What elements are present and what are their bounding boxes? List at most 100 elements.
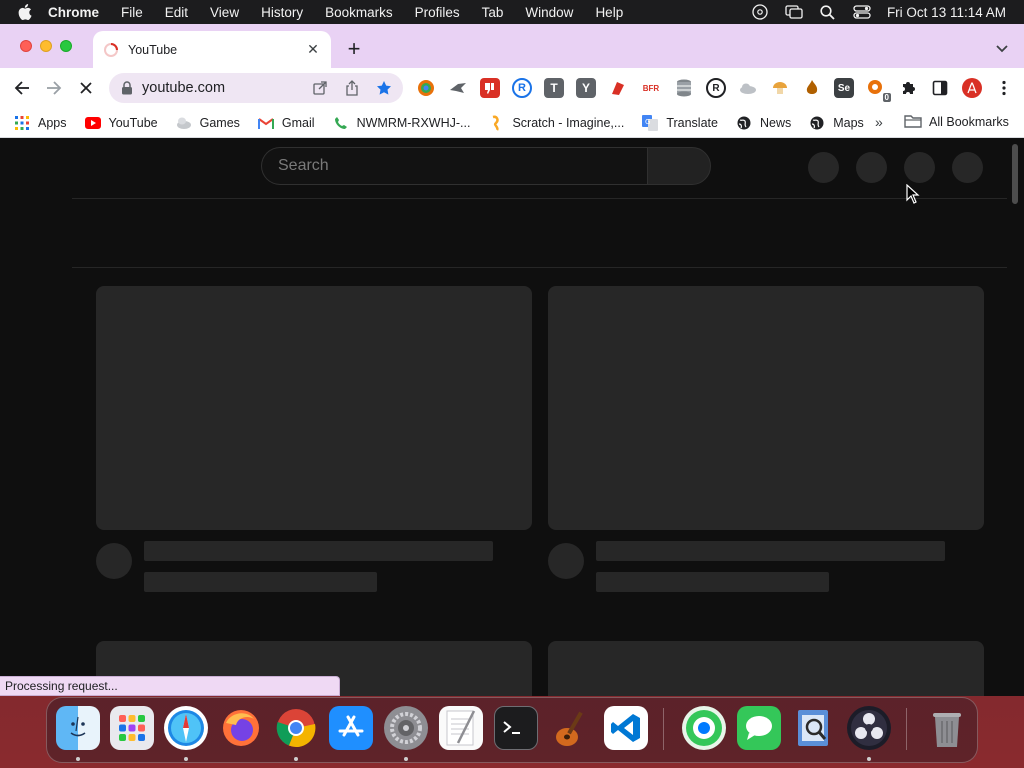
open-in-app-icon[interactable] xyxy=(311,79,329,97)
t-extension-icon[interactable]: T xyxy=(544,78,564,98)
tab-youtube[interactable]: YouTube ✕ xyxy=(93,31,331,68)
apps-grid-icon xyxy=(14,115,30,131)
globe-icon xyxy=(809,115,825,131)
app-store-icon[interactable] xyxy=(329,706,373,750)
lock-icon[interactable] xyxy=(121,81,133,95)
header-placeholder-circle xyxy=(952,152,983,183)
obs-status-icon[interactable] xyxy=(751,4,769,20)
menu-edit[interactable]: Edit xyxy=(165,5,188,20)
garageband-icon[interactable] xyxy=(549,706,593,750)
bookmark-apps[interactable]: Apps xyxy=(14,115,67,131)
messages-icon[interactable] xyxy=(737,706,781,750)
database-extension-icon[interactable] xyxy=(674,78,694,98)
firefox-icon[interactable] xyxy=(219,706,263,750)
menu-file[interactable]: File xyxy=(121,5,143,20)
window-minimize-button[interactable] xyxy=(40,40,52,52)
bookmark-news[interactable]: News xyxy=(736,115,791,131)
address-bar[interactable]: youtube.com xyxy=(109,73,403,103)
launchpad-icon[interactable] xyxy=(110,706,154,750)
color-picker-icon[interactable] xyxy=(416,78,436,98)
page-scrollbar[interactable] xyxy=(1012,144,1018,204)
find-my-icon[interactable] xyxy=(682,706,726,750)
bookmark-star-icon[interactable] xyxy=(375,79,393,97)
bookmark-label: NWMRM-RXWHJ-... xyxy=(356,115,471,130)
menu-tab[interactable]: Tab xyxy=(482,5,504,20)
badge-extension-icon[interactable]: 0 xyxy=(866,78,891,102)
share-icon[interactable] xyxy=(343,79,361,97)
bookmark-label: Translate xyxy=(666,115,718,130)
menu-app-name[interactable]: Chrome xyxy=(48,5,99,20)
system-settings-icon[interactable] xyxy=(384,706,428,750)
tab-close-icon[interactable]: ✕ xyxy=(305,41,321,58)
header-placeholder-circle xyxy=(808,152,839,183)
side-panel-icon[interactable] xyxy=(930,78,950,98)
video-thumbnail-placeholder xyxy=(96,286,532,530)
menu-history[interactable]: History xyxy=(261,5,303,20)
new-tab-button[interactable]: + xyxy=(343,36,365,61)
red-extension-icon[interactable] xyxy=(608,78,628,98)
loading-favicon-icon xyxy=(103,42,119,58)
chrome-icon[interactable] xyxy=(274,706,318,750)
bookmark-gmail[interactable]: Gmail xyxy=(257,115,315,131)
tab-title: YouTube xyxy=(128,42,178,57)
dislike-extension-icon[interactable] xyxy=(480,78,500,98)
bookmark-label: News xyxy=(759,115,792,130)
r-extension-icon[interactable]: R xyxy=(512,78,532,98)
window-close-button[interactable] xyxy=(20,40,32,52)
toolbar: youtube.com R T Y BFR R Se 0 xyxy=(0,68,1024,108)
forward-arrow-icon[interactable] xyxy=(44,78,64,98)
menu-bookmarks[interactable]: Bookmarks xyxy=(325,5,393,20)
all-bookmarks-button[interactable]: All Bookmarks xyxy=(904,114,1009,130)
r-circle-extension-icon[interactable]: R xyxy=(706,78,726,98)
safari-icon[interactable] xyxy=(164,706,208,750)
preview-icon[interactable] xyxy=(792,706,836,750)
window-zoom-button[interactable] xyxy=(60,40,72,52)
all-bookmarks-label: All Bookmarks xyxy=(929,115,1009,129)
menu-help[interactable]: Help xyxy=(595,5,623,20)
bookmark-games[interactable]: Games xyxy=(176,115,240,131)
youtube-search-button[interactable] xyxy=(647,147,711,185)
bookmarks-overflow-chevron-icon[interactable]: » xyxy=(875,114,883,130)
bookmark-maps[interactable]: Maps xyxy=(809,115,864,131)
apple-menu-icon[interactable] xyxy=(18,4,32,20)
menu-profiles[interactable]: Profiles xyxy=(415,5,460,20)
url-text[interactable]: youtube.com xyxy=(142,80,297,96)
extensions-puzzle-icon[interactable] xyxy=(898,78,918,98)
spotlight-search-icon[interactable] xyxy=(819,4,837,20)
y-extension-icon[interactable]: Y xyxy=(576,78,596,98)
video-thumbnail-placeholder xyxy=(548,286,984,530)
control-center-icon[interactable] xyxy=(853,4,871,20)
finder-icon[interactable] xyxy=(56,706,100,750)
toolbar-right xyxy=(898,78,1014,98)
vscode-icon[interactable] xyxy=(604,706,648,750)
bookmark-label: Gmail xyxy=(281,115,315,130)
running-indicator xyxy=(404,757,408,761)
menu-clock[interactable]: Fri Oct 13 11:14 AM xyxy=(887,5,1006,20)
mushroom-extension-icon[interactable] xyxy=(770,78,790,98)
bfr-extension-icon[interactable]: BFR xyxy=(640,78,662,98)
bookmark-scratch[interactable]: Scratch - Imagine,... xyxy=(488,115,624,131)
terminal-icon[interactable] xyxy=(494,706,538,750)
screen-mirroring-icon[interactable] xyxy=(785,4,803,20)
profile-avatar-icon[interactable] xyxy=(962,78,982,98)
bookmark-nwmrm[interactable]: NWMRM-RXWHJ-... xyxy=(333,115,471,131)
se-extension-icon[interactable]: Se xyxy=(834,78,854,98)
bookmark-youtube[interactable]: YouTube xyxy=(84,115,158,131)
kebab-menu-icon[interactable] xyxy=(994,78,1014,98)
obs-icon[interactable] xyxy=(847,706,891,750)
trash-icon[interactable] xyxy=(925,706,969,750)
menu-view[interactable]: View xyxy=(210,5,239,20)
cloud-extension-icon[interactable] xyxy=(738,78,758,98)
textedit-icon[interactable] xyxy=(439,706,483,750)
bookmark-translate[interactable]: G Translate xyxy=(642,114,718,131)
chips-divider xyxy=(72,267,1007,268)
youtube-search-input[interactable]: Search xyxy=(261,147,647,185)
back-arrow-icon[interactable] xyxy=(12,78,32,98)
flame-extension-icon[interactable] xyxy=(802,78,822,98)
youtube-icon xyxy=(84,115,101,131)
tab-search-chevron-icon[interactable] xyxy=(994,40,1010,56)
stop-loading-icon[interactable] xyxy=(76,78,96,98)
bird-extension-icon[interactable] xyxy=(448,78,468,98)
menu-window[interactable]: Window xyxy=(525,5,573,20)
translate-icon: G xyxy=(642,114,659,131)
